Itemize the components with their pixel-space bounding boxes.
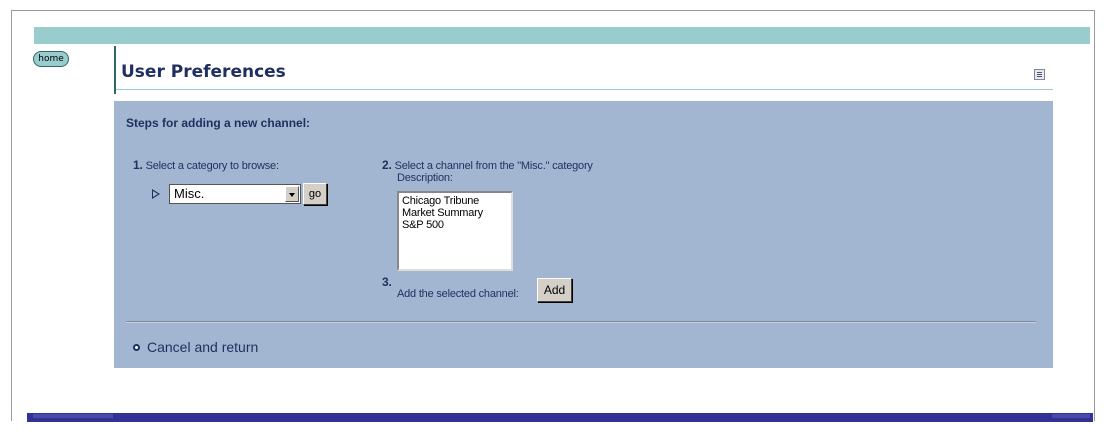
title-underline (116, 89, 1053, 90)
step-2-description-label: Description: (397, 172, 453, 184)
step-2: 2. Select a channel from the "Misc." cate… (382, 158, 593, 172)
bottom-status-bar (27, 413, 1093, 422)
print-icon[interactable] (1034, 69, 1045, 80)
list-item[interactable]: Market Summary (402, 207, 508, 219)
status-bar-right-segment (1052, 414, 1090, 418)
list-item[interactable]: S&P 500 (402, 219, 508, 231)
panel-divider (126, 321, 1036, 323)
page-title: User Preferences (121, 62, 286, 82)
step-2-text: Select a channel from the "Misc." catego… (394, 160, 593, 172)
top-banner (34, 27, 1090, 44)
home-button[interactable]: home (33, 51, 69, 67)
arrow-right-icon (152, 189, 160, 199)
step-1-text: Select a category to browse: (145, 160, 279, 172)
step-3-text: Add the selected channel: (397, 288, 519, 300)
cancel-link[interactable]: Cancel and return (147, 339, 258, 355)
header-divider (114, 46, 116, 94)
bullet-icon (133, 344, 140, 351)
step-1-number: 1. (133, 158, 143, 172)
step-3-number: 3. (382, 275, 392, 289)
go-button[interactable]: go (303, 183, 327, 205)
channel-listbox[interactable]: Chicago Tribune Market Summary S&P 500 (397, 191, 513, 271)
step-1: 1. Select a category to browse: (133, 158, 279, 172)
chevron-down-icon[interactable] (285, 186, 299, 202)
category-select[interactable]: Misc. (169, 184, 301, 204)
status-bar-left-segment (33, 414, 113, 418)
add-button[interactable]: Add (537, 278, 572, 302)
steps-panel (114, 101, 1053, 368)
list-item[interactable]: Chicago Tribune (402, 195, 508, 207)
step-2-number: 2. (382, 158, 392, 172)
steps-heading: Steps for adding a new channel: (126, 116, 311, 130)
category-select-value: Misc. (174, 186, 205, 201)
